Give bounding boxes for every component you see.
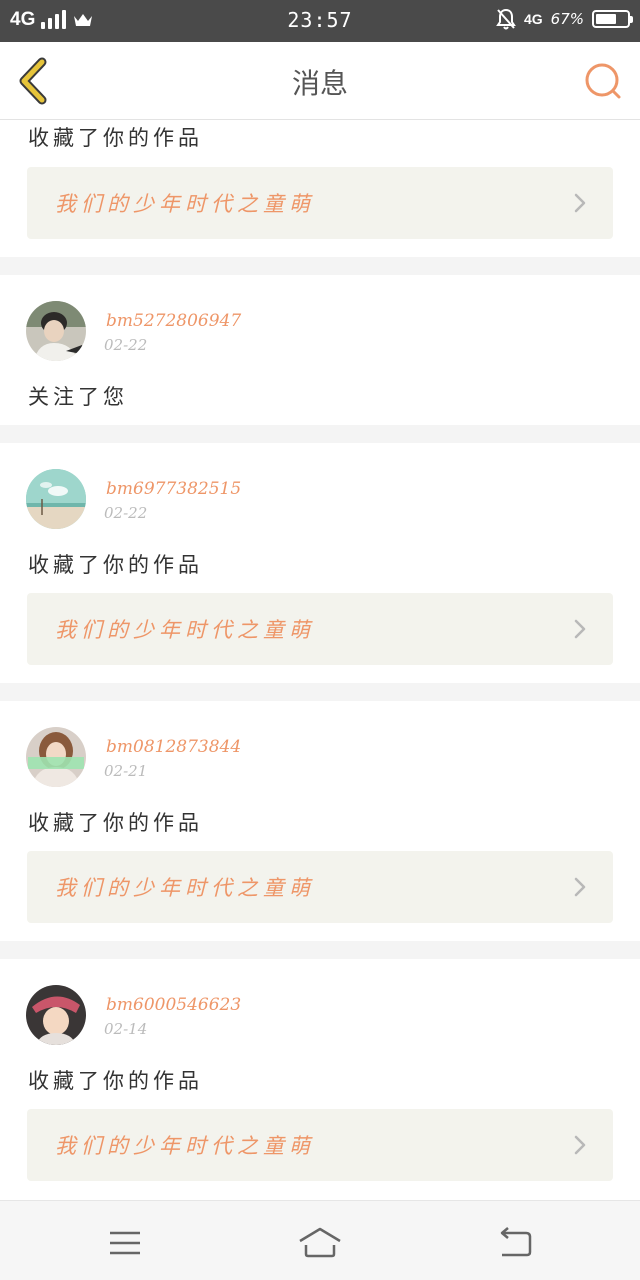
battery-fill	[596, 14, 616, 24]
message-card: bm5272806947 02-22 关注了您	[0, 275, 640, 425]
message-date: 02-22	[104, 504, 148, 522]
avatar[interactable]	[26, 727, 86, 787]
message-date: 02-14	[104, 1020, 148, 1038]
username[interactable]: bm6977382515	[106, 479, 241, 499]
back-nav-button[interactable]	[490, 1221, 540, 1261]
status-bar: 4G 23:57 4G 67%	[0, 0, 640, 42]
message-action: 关注了您	[28, 385, 128, 409]
chevron-right-icon	[574, 619, 586, 639]
network-type-2: 4G	[523, 11, 543, 27]
work-title: 我们的少年时代之童萌	[55, 876, 315, 900]
chevron-right-icon	[574, 1135, 586, 1155]
work-link[interactable]: 我们的少年时代之童萌	[27, 1109, 613, 1181]
status-right: 4G 67%	[496, 8, 633, 30]
work-title: 我们的少年时代之童萌	[55, 618, 315, 642]
header: 消息	[0, 42, 640, 120]
page-title: 消息	[291, 67, 348, 100]
avatar[interactable]	[26, 301, 86, 361]
username[interactable]: bm5272806947	[106, 311, 241, 331]
back-icon	[500, 1227, 532, 1257]
bell-muted-icon	[496, 8, 516, 30]
chevron-right-icon	[574, 193, 586, 213]
username[interactable]: bm6000546623	[106, 995, 241, 1015]
message-action: 收藏了你的作品	[28, 126, 203, 150]
message-card: bm6977382515 02-22 收藏了你的作品 我们的少年时代之童萌	[0, 443, 640, 683]
battery-icon	[592, 10, 633, 28]
search-icon	[585, 63, 621, 99]
home-icon	[299, 1227, 341, 1258]
message-card: bm6000546623 02-14 收藏了你的作品 我们的少年时代之童萌	[0, 959, 640, 1200]
home-button[interactable]	[295, 1221, 345, 1261]
message-list[interactable]: 收藏了你的作品 我们的少年时代之童萌 bm5272806947 02-22 关注…	[0, 120, 640, 1200]
username[interactable]: bm0812873844	[106, 737, 241, 757]
avatar[interactable]	[26, 985, 86, 1045]
work-title: 我们的少年时代之童萌	[55, 1134, 315, 1158]
menu-icon	[110, 1231, 140, 1255]
chevron-right-icon	[574, 877, 586, 897]
system-nav-bar	[0, 1200, 640, 1280]
work-link[interactable]: 我们的少年时代之童萌	[27, 167, 613, 239]
message-card: bm0812873844 02-21 收藏了你的作品 我们的少年时代之童萌	[0, 701, 640, 941]
menu-button[interactable]	[100, 1221, 150, 1261]
work-link[interactable]: 我们的少年时代之童萌	[27, 851, 613, 923]
message-action: 收藏了你的作品	[28, 1069, 203, 1093]
avatar[interactable]	[26, 469, 86, 529]
message-date: 02-21	[104, 762, 148, 780]
message-date: 02-22	[104, 336, 148, 354]
message-action: 收藏了你的作品	[28, 553, 203, 577]
work-link[interactable]: 我们的少年时代之童萌	[27, 593, 613, 665]
battery-percent: 67%	[550, 10, 584, 28]
work-title: 我们的少年时代之童萌	[55, 192, 315, 216]
message-card: 收藏了你的作品 我们的少年时代之童萌	[0, 120, 640, 257]
search-button[interactable]	[582, 60, 626, 104]
message-action: 收藏了你的作品	[28, 811, 203, 835]
